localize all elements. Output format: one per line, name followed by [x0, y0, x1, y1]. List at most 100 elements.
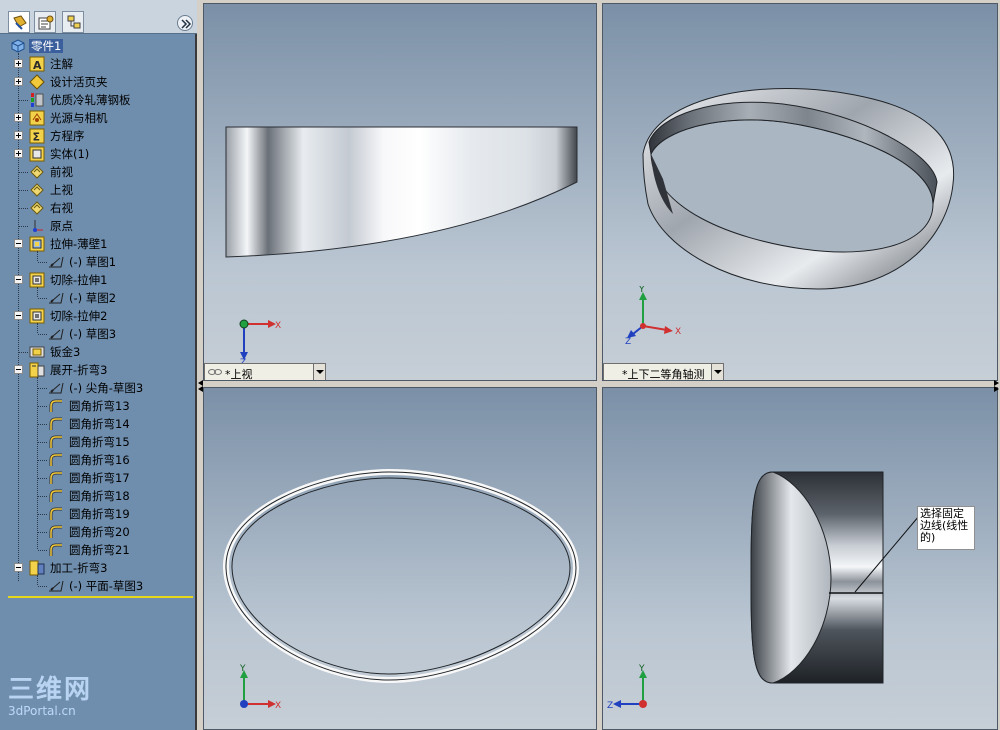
tab-configuration-manager[interactable]	[62, 11, 84, 33]
tree-item-18[interactable]: 展开-折弯3	[0, 361, 195, 379]
tree-item-label: 上视	[50, 183, 73, 197]
expand-toggle[interactable]	[14, 113, 23, 122]
expand-toggle[interactable]	[14, 131, 23, 140]
flatten-bends-icon	[29, 362, 45, 378]
tree-item-label: 钣金3	[50, 345, 81, 359]
cut-extrude-icon	[29, 272, 45, 288]
tree-item-30[interactable]: (-) 平面-草图3	[0, 577, 195, 595]
tree-item-17[interactable]: 钣金3	[0, 343, 195, 361]
tree-item-label: 光源与相机	[50, 111, 108, 125]
tree-guide-line	[19, 352, 28, 353]
watermark-logo: 三维网 3dPortal.cn	[8, 676, 92, 718]
rollback-bar[interactable]	[8, 596, 193, 598]
process-bends-icon	[29, 560, 45, 576]
viewport-right[interactable]: 选择固定边线(线性的) Y Z	[602, 387, 998, 730]
collapse-toggle[interactable]	[14, 311, 23, 320]
view-selector-iso[interactable]: *上下二等角轴测	[603, 363, 724, 381]
tab-feature-manager[interactable]	[8, 11, 30, 33]
view-name-iso: *上下二等角轴测	[622, 368, 705, 381]
tree-guide-line	[38, 298, 47, 299]
split-handle-right[interactable]	[994, 378, 1000, 394]
collapse-toggle[interactable]	[14, 275, 23, 284]
tree-item-23[interactable]: 圆角折弯16	[0, 451, 195, 469]
tree-item-4[interactable]: 光源与相机	[0, 109, 195, 127]
sketch-icon	[48, 578, 64, 594]
tree-guide-line	[19, 100, 28, 101]
tree-item-9[interactable]: 右视	[0, 199, 195, 217]
tree-item-3[interactable]: 优质冷轧薄钢板	[0, 91, 195, 109]
view-dropdown-button[interactable]	[711, 364, 723, 380]
collapse-toggle[interactable]	[14, 563, 23, 572]
expand-toggle[interactable]	[14, 149, 23, 158]
equations-icon: Σ	[29, 128, 45, 144]
part-icon	[10, 38, 26, 54]
tree-item-24[interactable]: 圆角折弯17	[0, 469, 195, 487]
tree-item-16[interactable]: (-) 草图3	[0, 325, 195, 343]
tree-item-15[interactable]: 切除-拉伸2	[0, 307, 195, 325]
expand-panel-button[interactable]	[177, 15, 193, 31]
collapse-toggle[interactable]	[14, 239, 23, 248]
tree-item-label: 切除-拉伸1	[50, 273, 108, 287]
tree-item-5[interactable]: Σ 方程序	[0, 127, 195, 145]
tree-item-22[interactable]: 圆角折弯15	[0, 433, 195, 451]
origin-icon	[29, 218, 45, 234]
tree-root-part[interactable]: 零件1	[0, 37, 195, 55]
plane-icon	[29, 200, 45, 216]
tree-item-25[interactable]: 圆角折弯18	[0, 487, 195, 505]
y-axis-label: Y	[638, 664, 645, 674]
tree-item-label: 优质冷轧薄钢板	[50, 93, 131, 107]
svg-text:Σ: Σ	[33, 131, 41, 144]
view-selector-top[interactable]: *上视	[204, 363, 326, 380]
tree-item-27[interactable]: 圆角折弯20	[0, 523, 195, 541]
tree-item-2[interactable]: 设计活页夹	[0, 73, 195, 91]
tree-item-label: 注解	[50, 57, 73, 71]
view-dropdown-button[interactable]	[313, 364, 325, 380]
tab-property-manager[interactable]	[34, 11, 56, 33]
tree-guide-line	[19, 172, 28, 173]
viewport-top[interactable]: X Z *上视	[203, 3, 597, 381]
tree-item-8[interactable]: 上视	[0, 181, 195, 199]
axis-triad: X Z	[239, 319, 281, 366]
annotations-icon: A	[29, 56, 45, 72]
bend-icon	[48, 542, 64, 558]
x-axis-label: X	[675, 327, 681, 337]
tree-item-12[interactable]: (-) 草图1	[0, 253, 195, 271]
tree-guide-line	[38, 478, 47, 479]
expand-toggle[interactable]	[14, 77, 23, 86]
tree-item-29[interactable]: 加工-折弯3	[0, 559, 195, 577]
tree-guide-line	[38, 586, 47, 587]
z-axis-label: Z	[607, 701, 613, 711]
axis-triad-iso: Y X Z	[625, 286, 681, 346]
watermark-title: 三维网	[8, 675, 93, 705]
tree-item-1[interactable]: A 注解	[0, 55, 195, 73]
selection-callout: 选择固定边线(线性的)	[917, 506, 975, 550]
x-axis-label: X	[275, 321, 281, 331]
viewport-isometric[interactable]: Y X Z *上下二等角轴测	[602, 3, 998, 381]
plane-icon	[29, 164, 45, 180]
tree-item-6[interactable]: 实体(1)	[0, 145, 195, 163]
tree-item-28[interactable]: 圆角折弯21	[0, 541, 195, 559]
tree-item-21[interactable]: 圆角折弯14	[0, 415, 195, 433]
collapse-toggle[interactable]	[14, 365, 23, 374]
tree-item-label: 圆角折弯21	[69, 543, 130, 557]
tree-guide-line	[38, 406, 47, 407]
tree-item-20[interactable]: 圆角折弯13	[0, 397, 195, 415]
viewport-front[interactable]: Y X	[203, 387, 597, 730]
cut-extrude-icon	[29, 308, 45, 324]
tree-item-10[interactable]: 原点	[0, 217, 195, 235]
tree-item-14[interactable]: (-) 草图2	[0, 289, 195, 307]
tree-item-26[interactable]: 圆角折弯19	[0, 505, 195, 523]
tree-item-label: 切除-拉伸2	[50, 309, 108, 323]
axis-triad-right: Y Z	[607, 664, 647, 711]
bend-icon	[48, 416, 64, 432]
split-handle-left[interactable]	[197, 378, 203, 394]
bend-icon	[48, 506, 64, 522]
expand-toggle[interactable]	[14, 59, 23, 68]
tree-item-label: 拉伸-薄壁1	[50, 237, 108, 251]
tree-item-13[interactable]: 切除-拉伸1	[0, 271, 195, 289]
tree-item-7[interactable]: 前视	[0, 163, 195, 181]
sketch-icon	[48, 326, 64, 342]
tree-item-11[interactable]: 拉伸-薄壁1	[0, 235, 195, 253]
sketch-icon	[48, 254, 64, 270]
tree-item-19[interactable]: (-) 尖角-草图3	[0, 379, 195, 397]
